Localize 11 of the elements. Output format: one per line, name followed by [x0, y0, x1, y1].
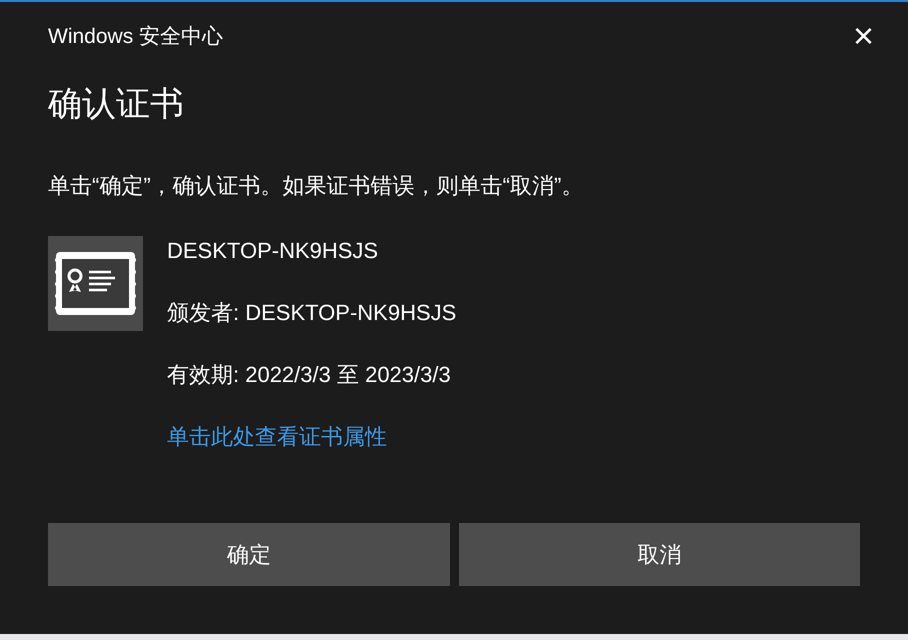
certificate-icon [48, 236, 143, 331]
close-button[interactable]: × [848, 18, 878, 54]
validity-text: 有效期: 2022/3/3 至 2023/3/3 [167, 361, 452, 389]
cancel-button[interactable]: 取消 [458, 523, 860, 586]
instruction-text: 单击“确定”，确认证书。如果证书错误，则单击“取消”。 [48, 172, 584, 200]
certificate-name: DESKTOP-NK9HSJS [167, 237, 380, 265]
certificate-properties-link[interactable]: 单击此处查看证书属性 [167, 424, 387, 449]
issuer-text: 颁发者: DESKTOP-NK9HSJS [167, 299, 456, 327]
window-title: Windows 安全中心 [48, 24, 224, 50]
ok-button[interactable]: 确定 [48, 523, 450, 586]
dialog-heading: 确认证书 [48, 84, 185, 125]
